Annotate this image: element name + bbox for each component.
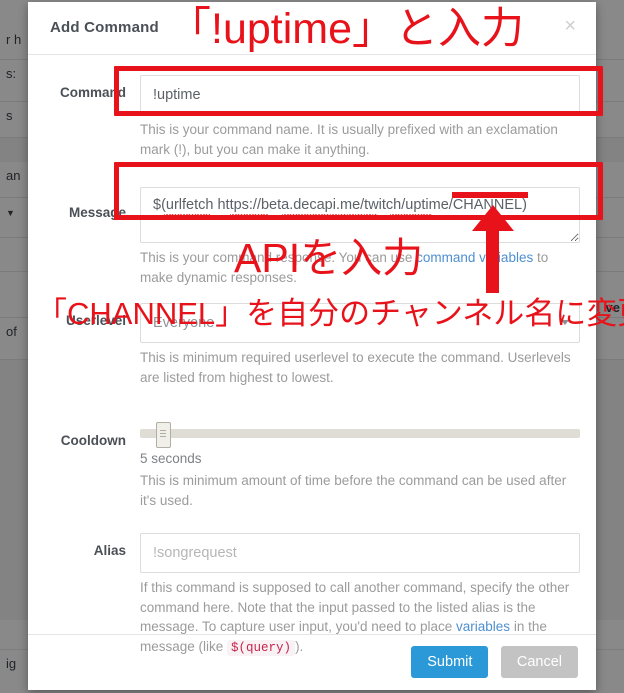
alias-input[interactable]: [140, 533, 580, 573]
cancel-button[interactable]: Cancel: [500, 646, 578, 678]
cooldown-control: 5 seconds This is minimum amount of time…: [140, 415, 580, 510]
spellcheck-squiggle: [230, 214, 268, 217]
userlevel-label: Userlevel: [65, 313, 126, 328]
variables-link[interactable]: variables: [456, 619, 510, 634]
cooldown-slider[interactable]: [140, 422, 580, 448]
command-help: This is your command name. It is usually…: [140, 122, 558, 157]
screenshot-root: r h s: s an ▼ of ig ve Add Command × Com…: [0, 0, 624, 693]
modal-body: Command This is your command name. It is…: [28, 55, 596, 656]
command-variables-link[interactable]: command variables: [416, 250, 533, 265]
cooldown-slider-handle[interactable]: [156, 422, 171, 448]
submit-button[interactable]: Submit: [411, 646, 489, 678]
cooldown-help: This is minimum amount of time before th…: [140, 473, 567, 508]
cooldown-label: Cooldown: [60, 433, 126, 448]
userlevel-control: Everyone This is minimum required userle…: [140, 303, 580, 387]
userlevel-help: This is minimum required userlevel to ex…: [140, 350, 571, 385]
message-label: Message: [68, 205, 126, 220]
command-control: This is your command name. It is usually…: [140, 75, 580, 159]
spellcheck-squiggle: [282, 214, 378, 217]
modal-header: Add Command ×: [28, 2, 596, 55]
add-command-modal: Add Command × Command This is your comma…: [28, 2, 596, 690]
alias-label: Alias: [93, 543, 126, 558]
message-help: This is your command response. You can u…: [140, 248, 580, 287]
message-help-before: This is your command response. You can u…: [140, 250, 417, 265]
spellcheck-squiggle: [390, 214, 432, 217]
userlevel-select-wrap: Everyone: [140, 303, 580, 343]
page-title: Add Command: [50, 19, 159, 36]
close-icon[interactable]: ×: [560, 14, 580, 38]
command-label: Command: [59, 85, 126, 100]
command-input[interactable]: [140, 75, 580, 115]
userlevel-select[interactable]: Everyone: [140, 303, 580, 343]
cooldown-value: 5 seconds: [140, 451, 202, 466]
modal-footer: Submit Cancel: [28, 634, 596, 690]
message-control: $(urlfetch https://beta.decapi.me/twitch…: [140, 187, 580, 287]
spellcheck-squiggle: [164, 214, 210, 217]
